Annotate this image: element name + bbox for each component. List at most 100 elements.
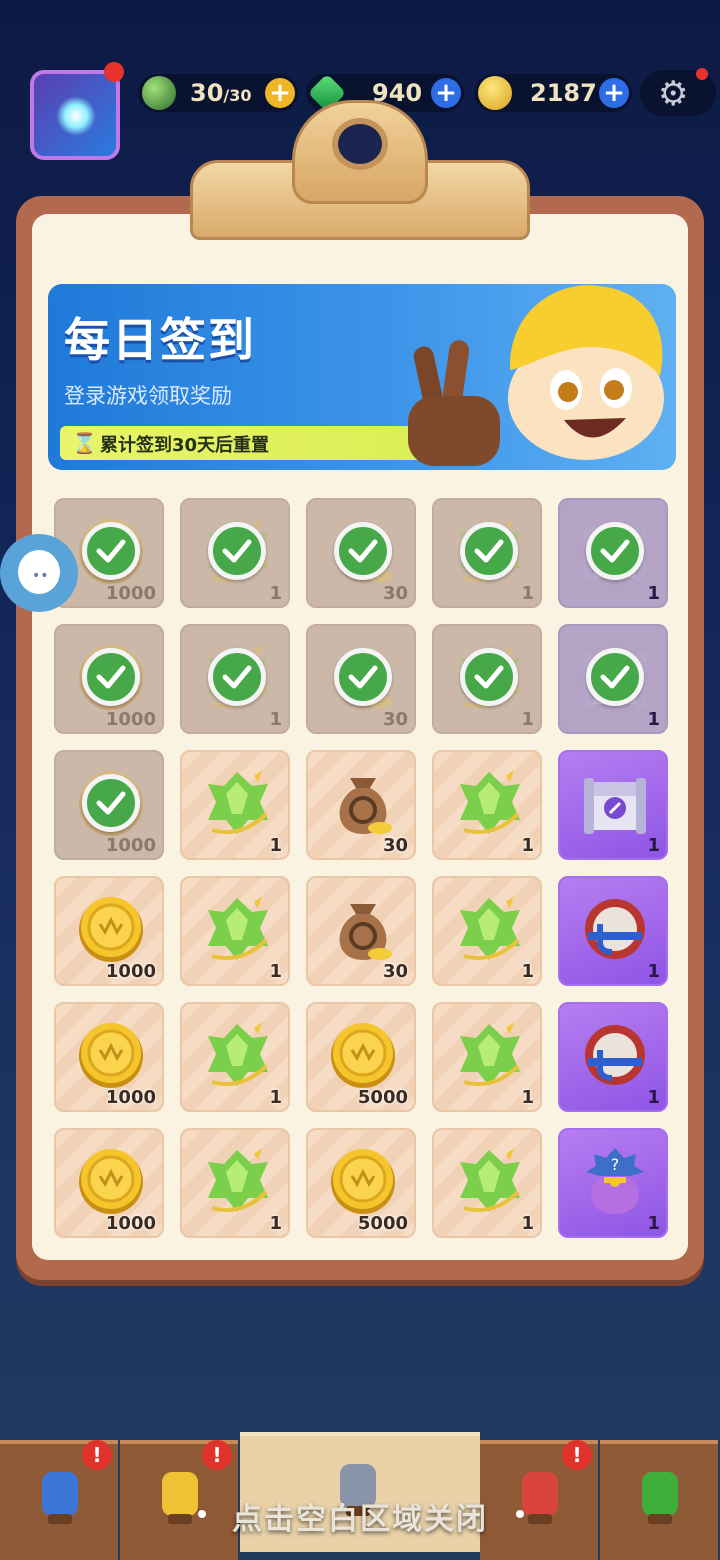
settings-notification-dot — [696, 68, 708, 80]
avatar-spark-icon — [56, 96, 96, 136]
reward-quantity: 1 — [521, 835, 534, 856]
reward-quantity: 5000 — [357, 1087, 408, 1108]
reward-day-29[interactable]: 1 — [432, 1128, 542, 1238]
peace-sign-hand-icon — [408, 340, 500, 466]
banner-subtitle: 登录游戏领取奖励 — [64, 384, 232, 408]
reward-day-23[interactable]: 5000 — [306, 1002, 416, 1112]
reward-day-27[interactable]: 1 — [180, 1128, 290, 1238]
reward-day-16[interactable]: 1000 — [54, 876, 164, 986]
reward-day-24[interactable]: 1 — [432, 1002, 542, 1112]
reward-quantity: 30 — [382, 583, 408, 604]
reward-quantity: 1 — [269, 1087, 282, 1108]
claimed-check-icon — [82, 774, 140, 832]
mascot-character-icon — [508, 285, 664, 460]
hourglass-icon: ⌛ — [72, 431, 97, 455]
floating-assistant-button[interactable]: •• — [0, 534, 78, 612]
stamina-value: 30 — [190, 79, 224, 107]
claimed-check-icon — [586, 522, 644, 580]
clipboard-clip-hole — [332, 118, 388, 170]
avatar-notification-dot — [104, 62, 124, 82]
reward-quantity: 1 — [521, 1213, 534, 1234]
claimed-check-icon — [82, 648, 140, 706]
reward-quantity: 1 — [521, 961, 534, 982]
stamina-counter: 30/30 + — [138, 74, 298, 112]
reward-day-17[interactable]: 1 — [180, 876, 290, 986]
reward-day-21[interactable]: 1000 — [54, 1002, 164, 1112]
reward-quantity: 1 — [521, 1087, 534, 1108]
reward-day-15[interactable]: 1 — [558, 750, 668, 860]
reward-quantity: 1 — [269, 583, 282, 604]
add-coins-button[interactable]: + — [599, 78, 629, 108]
claimed-check-icon — [208, 648, 266, 706]
reward-quantity: 1 — [269, 835, 282, 856]
gold-coin-icon — [478, 76, 512, 110]
reward-quantity: 5000 — [357, 1213, 408, 1234]
reward-day-11[interactable]: 1000 — [54, 750, 164, 860]
reward-day-18[interactable]: 30 — [306, 876, 416, 986]
reward-day-3[interactable]: 30 — [306, 498, 416, 608]
reward-day-4[interactable]: 1 — [432, 498, 542, 608]
reward-day-20[interactable]: 1 — [558, 876, 668, 986]
banner-title: 每日签到 — [64, 313, 256, 367]
reward-quantity: 1 — [647, 835, 660, 856]
nav-alert-badge: ! — [202, 1440, 232, 1470]
droplet-eyes-icon: •• — [32, 568, 49, 584]
reward-quantity: 1 — [269, 709, 282, 730]
reward-day-6[interactable]: 1000 — [54, 624, 164, 734]
reward-day-26[interactable]: 1000 — [54, 1128, 164, 1238]
reward-quantity: 1 — [647, 1213, 660, 1234]
reward-day-13[interactable]: 30 — [306, 750, 416, 860]
add-stamina-button[interactable]: + — [265, 78, 295, 108]
reward-day-19[interactable]: 1 — [432, 876, 542, 986]
nav-alert-badge: ! — [82, 1440, 112, 1470]
reward-grid: 1000 1 30 1 1 1000 1 30 1 1 1000 1 30 1 1 1000 1 30 1 1 1000… — [54, 498, 670, 1238]
nav-alert-badge: ! — [562, 1440, 592, 1470]
reward-quantity: 1 — [269, 1213, 282, 1234]
coins-counter: 2187 + — [474, 74, 632, 112]
reward-quantity: 30 — [382, 961, 408, 982]
reward-day-28[interactable]: 5000 — [306, 1128, 416, 1238]
reward-quantity: 1 — [647, 583, 660, 604]
claimed-check-icon — [334, 522, 392, 580]
add-gems-button[interactable]: + — [431, 78, 461, 108]
reward-day-9[interactable]: 1 — [432, 624, 542, 734]
stamina-max: /30 — [223, 86, 252, 105]
reward-day-30[interactable]: ? 1 — [558, 1128, 668, 1238]
reset-note-text: 累计签到30天后重置 — [100, 435, 270, 456]
reward-day-14[interactable]: 1 — [432, 750, 542, 860]
player-avatar[interactable] — [30, 70, 120, 160]
reward-quantity: 1000 — [105, 709, 156, 730]
green-orb-icon — [142, 76, 176, 110]
reward-day-2[interactable]: 1 — [180, 498, 290, 608]
reward-quantity: 1 — [647, 709, 660, 730]
gear-icon: ⚙ — [658, 74, 689, 114]
reward-quantity: 30 — [382, 835, 408, 856]
reward-quantity: 1 — [521, 583, 534, 604]
claimed-check-icon — [460, 648, 518, 706]
claimed-check-icon — [334, 648, 392, 706]
claimed-check-icon — [586, 648, 644, 706]
reward-quantity: 1000 — [105, 583, 156, 604]
reward-day-8[interactable]: 30 — [306, 624, 416, 734]
reward-quantity: 1000 — [105, 1087, 156, 1108]
reward-quantity: 1 — [647, 961, 660, 982]
reward-day-25[interactable]: 1 — [558, 1002, 668, 1112]
reward-quantity: 1 — [647, 1087, 660, 1108]
reward-quantity: 1 — [521, 709, 534, 730]
reward-quantity: 30 — [382, 709, 408, 730]
claimed-check-icon — [208, 522, 266, 580]
reward-day-22[interactable]: 1 — [180, 1002, 290, 1112]
claimed-check-icon — [460, 522, 518, 580]
close-hint-text[interactable]: 点击空白区域关闭 — [0, 1494, 720, 1538]
svg-text:?: ? — [611, 1155, 620, 1174]
reward-quantity: 1000 — [105, 1213, 156, 1234]
reward-quantity: 1000 — [105, 835, 156, 856]
reward-day-7[interactable]: 1 — [180, 624, 290, 734]
claimed-check-icon — [82, 522, 140, 580]
reward-quantity: 1000 — [105, 961, 156, 982]
reward-day-10[interactable]: 1 — [558, 624, 668, 734]
coins-value: 2187 — [530, 79, 597, 107]
reward-day-5[interactable]: 1 — [558, 498, 668, 608]
reward-day-12[interactable]: 1 — [180, 750, 290, 860]
reward-quantity: 1 — [269, 961, 282, 982]
